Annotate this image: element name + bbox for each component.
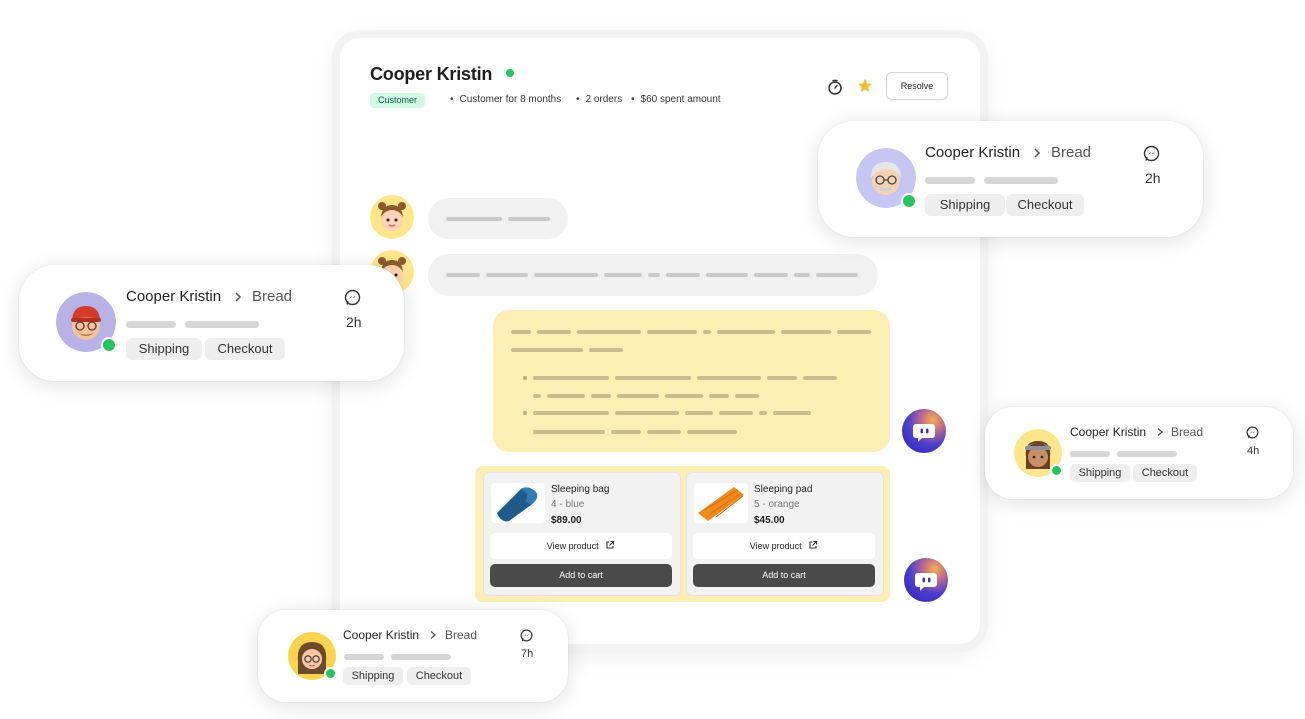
message-preview <box>126 321 176 328</box>
message-preview <box>344 654 384 660</box>
messenger-icon <box>1143 145 1160 162</box>
meta-spent: $60 spent amount <box>631 94 721 105</box>
message-preview <box>1070 451 1110 457</box>
meta-customer-since: Customer for 8 months <box>450 94 562 105</box>
add-to-cart-button[interactable]: Add to cart <box>490 564 672 587</box>
channel-name: Bread <box>445 628 478 642</box>
tag-shipping[interactable]: Shipping <box>126 338 202 360</box>
conversation-card[interactable]: Cooper Kristin Bread 7h Shipping Checkou… <box>258 610 568 702</box>
bot-message-bubble <box>493 310 890 452</box>
resolve-button[interactable]: Resolve <box>886 72 948 100</box>
message-preview <box>391 654 451 660</box>
product-thumbnail <box>491 483 545 523</box>
product-card: Sleeping pad 5 - orange $45.00 View prod… <box>686 472 884 596</box>
time-ago: 2h <box>346 314 362 330</box>
contact-name: Cooper Kristin <box>126 288 222 305</box>
tag-shipping[interactable]: Shipping <box>1070 464 1130 482</box>
contact-name: Cooper Kristin <box>925 144 1021 161</box>
messenger-icon <box>1246 426 1259 439</box>
message-preview <box>984 177 1058 184</box>
conversation-card[interactable]: Cooper Kristin Bread 2h Shipping Checkou… <box>19 265 404 381</box>
channel-name: Bread <box>252 288 293 305</box>
timer-icon[interactable] <box>826 78 844 96</box>
product-price: $45.00 <box>754 515 785 526</box>
product-variant: 5 - orange <box>754 499 800 510</box>
message-preview <box>185 321 259 328</box>
conversation-card[interactable]: Cooper Kristin Bread 2h Shipping Checkou… <box>818 121 1203 237</box>
contact-name: Cooper Kristin <box>1070 425 1147 439</box>
time-ago: 4h <box>1247 445 1260 457</box>
online-indicator <box>901 193 917 209</box>
chevron-right-icon <box>235 292 242 302</box>
add-to-cart-button[interactable]: Add to cart <box>693 564 875 587</box>
chevron-right-icon <box>1157 428 1163 436</box>
tag-shipping[interactable]: Shipping <box>343 667 403 685</box>
product-name: Sleeping pad <box>754 484 813 495</box>
tag-checkout[interactable]: Checkout <box>407 667 471 685</box>
contact-name: Cooper Kristin <box>343 628 420 642</box>
product-name: Sleeping bag <box>551 484 610 495</box>
view-product-label: View product <box>546 541 599 551</box>
external-link-icon <box>809 540 818 549</box>
product-card: Sleeping bag 4 - blue $89.00 View produc… <box>483 472 681 596</box>
bot-avatar <box>904 558 948 602</box>
product-variant: 4 - blue <box>551 499 585 510</box>
star-icon[interactable] <box>856 77 874 95</box>
tag-checkout[interactable]: Checkout <box>1006 194 1084 216</box>
conversation-card[interactable]: Cooper Kristin Bread 4h Shipping Checkou… <box>985 407 1293 499</box>
message-bubble <box>428 198 568 239</box>
message-preview <box>925 177 975 184</box>
time-ago: 2h <box>1145 170 1161 186</box>
product-price: $89.00 <box>551 515 582 526</box>
bot-avatar <box>902 409 946 453</box>
channel-name: Bread <box>1171 425 1204 439</box>
customer-badge: Customer <box>370 93 426 108</box>
channel-name: Bread <box>1051 144 1092 161</box>
messenger-icon <box>520 629 533 642</box>
message-bubble <box>428 254 878 296</box>
view-product-button[interactable]: View product <box>693 533 875 559</box>
meta-orders: 2 orders <box>576 94 623 105</box>
messenger-icon <box>344 289 361 306</box>
external-link-icon <box>606 540 615 549</box>
product-thumbnail <box>694 483 748 523</box>
customer-avatar <box>370 195 414 239</box>
online-indicator <box>1050 464 1063 477</box>
chevron-right-icon <box>430 631 436 639</box>
online-indicator <box>101 337 117 353</box>
chevron-right-icon <box>1034 148 1041 158</box>
view-product-label: View product <box>749 541 802 551</box>
online-indicator <box>324 667 337 680</box>
view-product-button[interactable]: View product <box>490 533 672 559</box>
product-carousel: Sleeping bag 4 - blue $89.00 View produc… <box>475 466 890 602</box>
online-indicator <box>506 69 514 77</box>
customer-name: Cooper Kristin <box>370 64 493 84</box>
tag-shipping[interactable]: Shipping <box>925 194 1005 216</box>
tag-checkout[interactable]: Checkout <box>205 338 285 360</box>
tag-checkout[interactable]: Checkout <box>1133 464 1197 482</box>
message-preview <box>1117 451 1177 457</box>
time-ago: 7h <box>521 648 534 660</box>
